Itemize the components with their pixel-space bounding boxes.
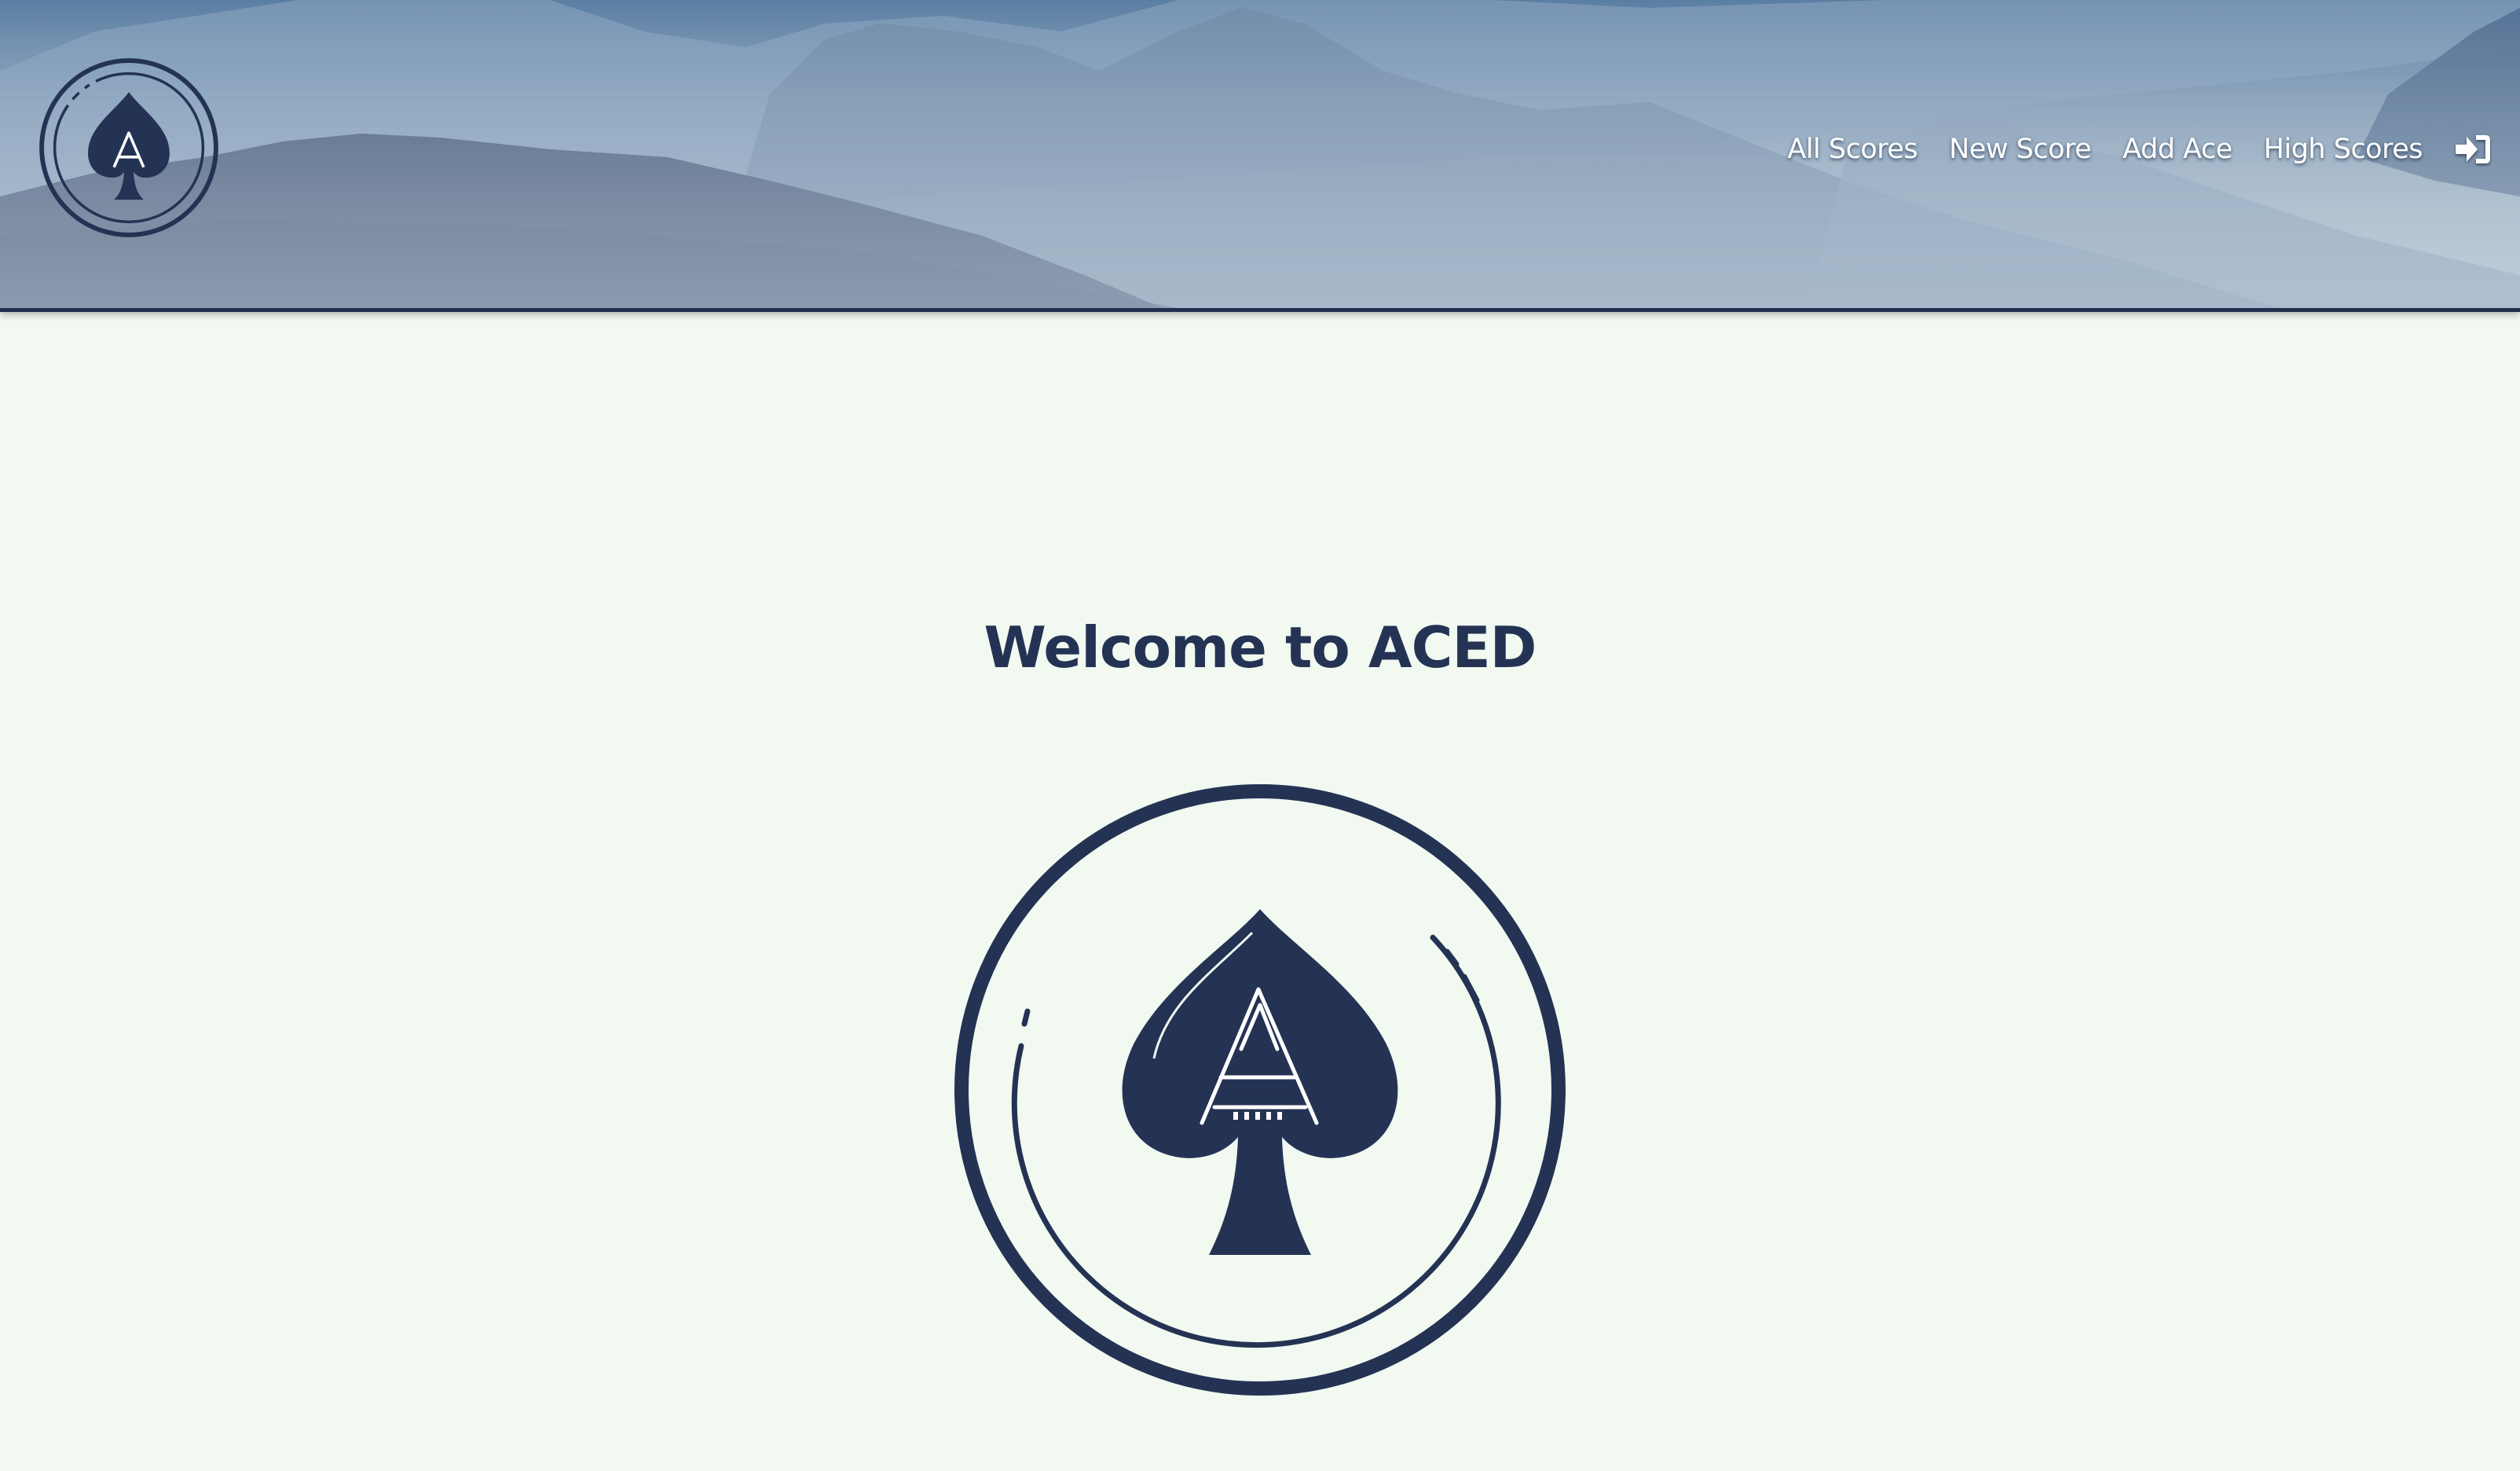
page-title: Welcome to ACED: [983, 614, 1537, 680]
ace-of-spades-logo-icon[interactable]: [36, 55, 222, 240]
nav-high-scores[interactable]: High Scores: [2264, 134, 2423, 165]
main-content: Welcome to ACED: [0, 312, 2520, 1471]
sign-in-icon[interactable]: [2454, 132, 2492, 167]
header-banner: All Scores New Score Add Ace High Scores: [0, 0, 2520, 312]
ace-of-spades-logo-icon: [954, 784, 1566, 1396]
main-navigation: All Scores New Score Add Ace High Scores: [1787, 132, 2492, 167]
nav-new-score[interactable]: New Score: [1949, 134, 2092, 165]
nav-all-scores[interactable]: All Scores: [1787, 134, 1917, 165]
nav-add-ace[interactable]: Add Ace: [2123, 134, 2232, 165]
